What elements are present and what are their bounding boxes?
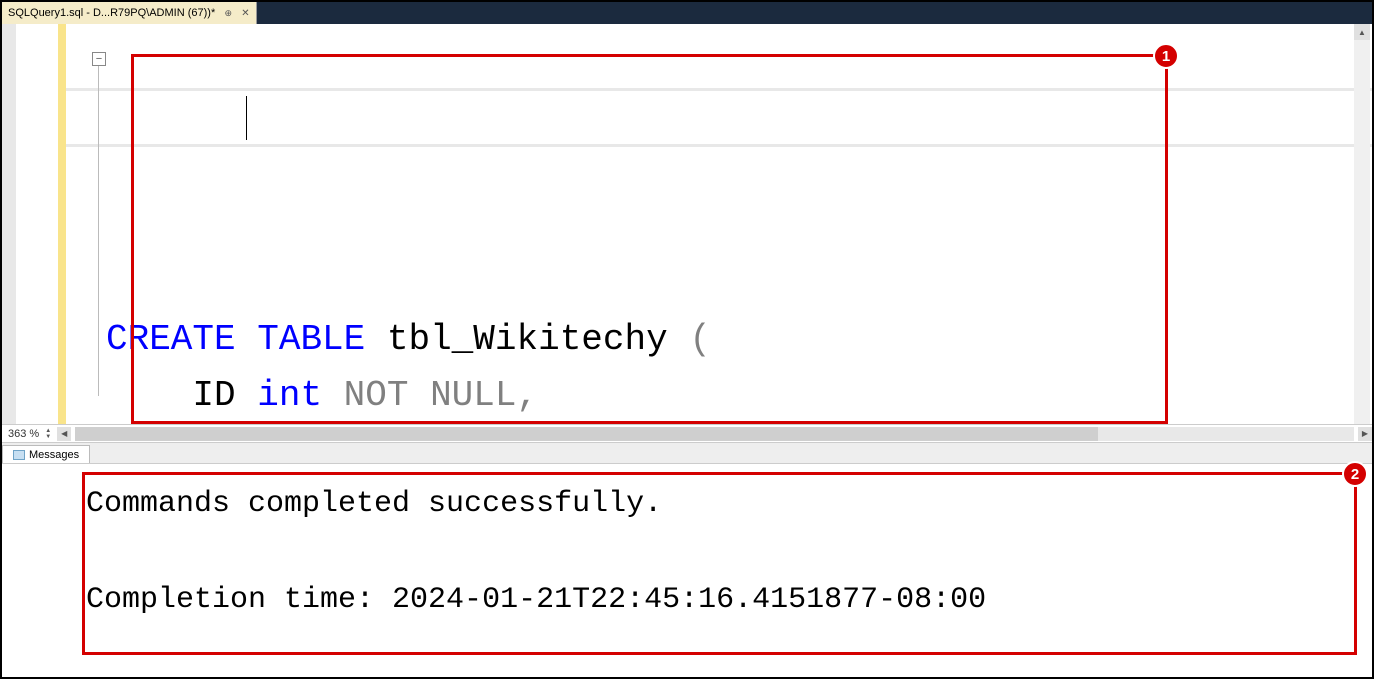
- line-divider: [66, 144, 1372, 147]
- sql-editor[interactable]: − CREATE TABLE tbl_Wikitechy ( ID int NO…: [2, 24, 1372, 424]
- line-divider: [66, 88, 1372, 91]
- messages-tab[interactable]: Messages: [2, 445, 90, 463]
- ssms-window: SQLQuery1.sql - D...R79PQ\ADMIN (67))* ⊕…: [0, 0, 1374, 679]
- pin-icon[interactable]: ⊕: [223, 8, 233, 19]
- text-cursor: [246, 96, 247, 140]
- messages-pane[interactable]: Commands completed successfully. Complet…: [2, 464, 1372, 677]
- collapse-toggle-icon[interactable]: −: [92, 52, 106, 66]
- scroll-right-icon[interactable]: ▶: [1358, 427, 1372, 441]
- selection-margin: [2, 24, 16, 424]
- editor-gutter: [2, 24, 66, 424]
- scrollbar-thumb[interactable]: [75, 427, 1098, 441]
- code-line: ID int NOT NULL,: [106, 368, 1372, 424]
- scroll-up-icon[interactable]: ▲: [1354, 24, 1370, 40]
- change-indicator: [58, 24, 66, 424]
- document-tab[interactable]: SQLQuery1.sql - D...R79PQ\ADMIN (67))* ⊕…: [2, 2, 257, 24]
- results-tab-bar: Messages: [2, 442, 1372, 464]
- zoom-spinner[interactable]: ▲▼: [45, 428, 57, 440]
- annotation-badge-2: 2: [1342, 461, 1368, 487]
- zoom-level[interactable]: 363 %: [2, 428, 45, 440]
- messages-output: Commands completed successfully. Complet…: [86, 480, 986, 624]
- document-tab-bar: SQLQuery1.sql - D...R79PQ\ADMIN (67))* ⊕…: [2, 2, 1372, 24]
- messages-icon: [13, 450, 25, 460]
- document-tab-title: SQLQuery1.sql - D...R79PQ\ADMIN (67))*: [8, 7, 215, 19]
- scroll-left-icon[interactable]: ◀: [57, 427, 71, 441]
- code-line: CREATE TABLE tbl_Wikitechy (: [106, 312, 1372, 368]
- code-text-area[interactable]: CREATE TABLE tbl_Wikitechy ( ID int NOT …: [66, 24, 1372, 424]
- close-icon[interactable]: ✕: [241, 8, 249, 19]
- editor-footer-row: 363 % ▲▼ ◀ ▶: [2, 424, 1372, 442]
- outline-guide: [98, 66, 99, 396]
- messages-tab-label: Messages: [29, 449, 79, 461]
- horizontal-scrollbar[interactable]: [75, 427, 1354, 441]
